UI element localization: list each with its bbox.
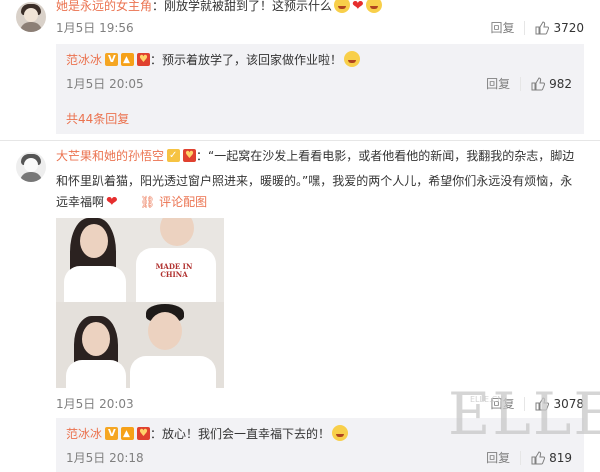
reply-text: ：放心！我们会一直幸福下去的！ [150,427,331,441]
reply-actions: 回复 819 [486,450,572,466]
username-link[interactable]: 大芒果和她的孙悟空 [56,149,164,163]
reply-content: 范冰冰 ：预示着放学了，该回家做作业啦！ [66,50,361,70]
verified-badge-icon [167,146,181,166]
reply-button[interactable]: 回复 [490,20,514,36]
shirt-print: MADE IN CHINA [155,262,193,279]
comment-text-line: ：“一起窝在沙发上看看电影，或者他看他的新闻，我翻我的杂志，脚边 [196,149,575,163]
reply-text: ：预示着放学了，该回家做作业啦！ [150,53,343,67]
comment-photo[interactable] [56,302,224,388]
smile-emoji-icon [332,425,349,441]
vip-badge-icon [121,424,135,444]
comment-content: 远幸福啊 ❤ [56,192,118,212]
verified-badge-icon [105,50,119,70]
comment-text-line: 和怀里趴着猫，阳光透过窗户照进来，暖暖的。”嘿，我爱的两个人儿，希望你们永远没有… [56,174,573,188]
like-count: 3720 [553,21,584,35]
thumbs-up-icon[interactable] [531,77,546,91]
reply-time: 1月5日 20:18 [66,451,144,465]
avatar[interactable] [16,152,46,182]
like-count: 982 [549,77,572,91]
fan-badge-icon [137,424,151,444]
elle-watermark-small: ELLE.CN [470,395,504,404]
verified-badge-icon [105,424,119,444]
comment-photo[interactable]: MADE IN CHINA [56,218,224,302]
grin-emoji-icon [344,51,361,67]
comment-actions: 回复 3720 [490,20,584,36]
comment-text-line: 远幸福啊 [56,195,105,209]
reply-content: 范冰冰 ：放心！我们会一直幸福下去的！ [66,424,349,444]
heart-emoji-icon: ❤ [352,0,364,14]
thumbs-up-icon[interactable] [535,21,550,35]
comment-text: ：刚放学就被甜到了！这预示什么 [152,0,333,13]
username-link[interactable]: 她是永远的女主角 [56,0,152,13]
divider [0,140,600,141]
comment-content: 大芒果和她的孙悟空 ：“一起窝在沙发上看看电影，或者他看他的新闻，我翻我的杂志，脚… [56,146,574,166]
reply-time: 1月5日 20:05 [66,77,144,91]
view-photo-link[interactable]: ⛓ 评论配图 [140,192,207,212]
thumbs-up-icon[interactable] [531,451,546,465]
fan-badge-icon [183,146,197,166]
username-link[interactable]: 范冰冰 [66,427,102,441]
like-count: 819 [549,451,572,465]
grin-emoji-icon [365,0,382,13]
vip-badge-icon [121,50,135,70]
reply-button[interactable]: 回复 [486,76,510,92]
reply-button[interactable]: 回复 [486,450,510,466]
fan-badge-icon [137,50,151,70]
avatar[interactable] [16,2,46,32]
elle-watermark: ELLE [448,380,600,448]
more-replies-link[interactable]: 共44条回复 [66,110,129,127]
comment-time: 1月5日 19:56 [56,21,134,35]
smile-emoji-icon [334,0,351,13]
comment-content: 她是永远的女主角：刚放学就被甜到了！这预示什么 ❤ [56,0,382,16]
username-link[interactable]: 范冰冰 [66,53,102,67]
link-icon: ⛓ [140,195,156,209]
reply-actions: 回复 982 [486,76,572,92]
heart-emoji-icon: ❤ [106,194,118,210]
comment-time: 1月5日 20:03 [56,397,134,411]
